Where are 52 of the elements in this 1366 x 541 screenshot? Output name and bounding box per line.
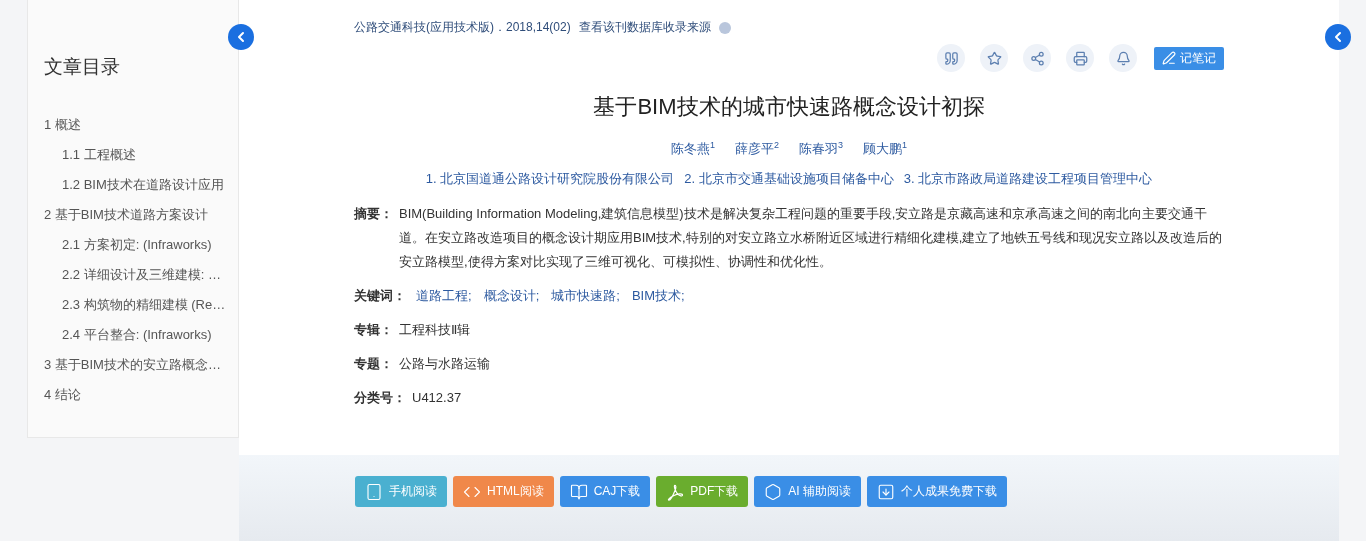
book-icon bbox=[569, 482, 588, 501]
quote-icon bbox=[943, 50, 959, 66]
toc-item[interactable]: 2 基于BIM技术道路方案设计 bbox=[28, 200, 238, 230]
download-icon bbox=[877, 482, 895, 501]
field-label: 摘要： bbox=[354, 205, 393, 224]
share-icon bbox=[1029, 50, 1045, 66]
field-label: 分类号： bbox=[354, 389, 406, 408]
article-title: 基于BIM技术的城市快速路概念设计初探 bbox=[592, 93, 986, 121]
journal-info: 公路交通科技(应用技术版)．2018,14(02) bbox=[354, 19, 571, 36]
field-label: 专辑： bbox=[354, 321, 393, 340]
star-icon bbox=[986, 50, 1002, 66]
field-value: 工程科技Ⅱ辑 bbox=[399, 321, 471, 340]
collapse-button[interactable] bbox=[228, 24, 254, 50]
toc-item[interactable]: 3 基于BIM技术的安立路概念… bbox=[28, 350, 238, 380]
bell-icon bbox=[1115, 50, 1131, 66]
toc-item[interactable]: 2.3 构筑物的精细建模 (Re… bbox=[28, 290, 238, 320]
author-link[interactable]: 薛彦平$^{2}$ bbox=[735, 140, 779, 159]
affiliation-link[interactable]: 3. 北京市路政局道路建设工程项目管理中心 bbox=[903, 170, 1153, 189]
affiliation-link[interactable]: 2. 北京市交通基础设施项目储备中心 bbox=[684, 170, 894, 189]
toc-item[interactable]: 2.2 详细设计及三维建模: … bbox=[28, 260, 238, 290]
author-link[interactable]: 陈春羽$^{3}$ bbox=[799, 140, 843, 159]
field-value: U412.37 bbox=[412, 389, 462, 408]
toc-item[interactable]: 1 概述 bbox=[28, 110, 238, 140]
quote-button[interactable] bbox=[937, 44, 965, 72]
field-label: 关键词： bbox=[354, 287, 406, 306]
star-button[interactable] bbox=[980, 44, 1008, 72]
toc-item[interactable]: 2.4 平台整合: (Infraworks) bbox=[28, 320, 238, 350]
printer-icon bbox=[1072, 50, 1088, 66]
toc-item[interactable]: 1.2 BIM技术在道路设计应用 bbox=[28, 170, 238, 200]
collapse-button[interactable] bbox=[1325, 24, 1351, 50]
keyword-link[interactable]: BIM技术; bbox=[631, 284, 685, 309]
author-link[interactable]: 顾大鹏$^{1}$ bbox=[863, 140, 908, 159]
affiliation-link[interactable]: 1. 北京国道通公路设计研究院股份有限公司 bbox=[425, 170, 675, 189]
bell-button[interactable] bbox=[1109, 44, 1137, 72]
source-link[interactable]: 查看该刊数据库收录来源 bbox=[578, 19, 711, 36]
toc-title: 文章目录 bbox=[44, 55, 121, 79]
author-link[interactable]: 陈冬燕$^{1}$ bbox=[670, 140, 715, 159]
toc-item[interactable]: 2.1 方案初定: (Infraworks) bbox=[28, 230, 238, 260]
toc-item[interactable]: 4 结论 bbox=[28, 380, 238, 410]
keyword-link[interactable]: 道路工程; bbox=[416, 284, 472, 309]
share-button[interactable] bbox=[1023, 44, 1051, 72]
keyword-link[interactable]: 城市快速路; bbox=[551, 284, 620, 309]
toc-item[interactable]: 1.1 工程概述 bbox=[28, 140, 238, 170]
field-value: BIM(Building Information Modeling,建筑信息模型)技术是解决复杂工程问题的重要手段,安立路是京藏高速和京承高速之间的南北向主要交通干道。在安立路改造项目的概念设计期应用BIM技术,特别的对安立路立水桥附近区域进行精细化建模,建立了地铁五号线和现况安立路以及改造后的安立路模型,使得方案对比实现了三维可视化、可模拟性、协调性和优化性。 bbox=[399, 205, 1224, 272]
field-value: 公路与水路运输 bbox=[399, 355, 490, 374]
hexagon-icon bbox=[764, 482, 783, 501]
field-label: 专题： bbox=[354, 355, 393, 374]
tablet-icon bbox=[365, 482, 383, 501]
print-button[interactable] bbox=[1066, 44, 1094, 72]
pen-icon bbox=[1162, 51, 1176, 65]
acrobat-icon bbox=[666, 482, 685, 501]
keyword-link[interactable]: 概念设计; bbox=[483, 284, 540, 309]
